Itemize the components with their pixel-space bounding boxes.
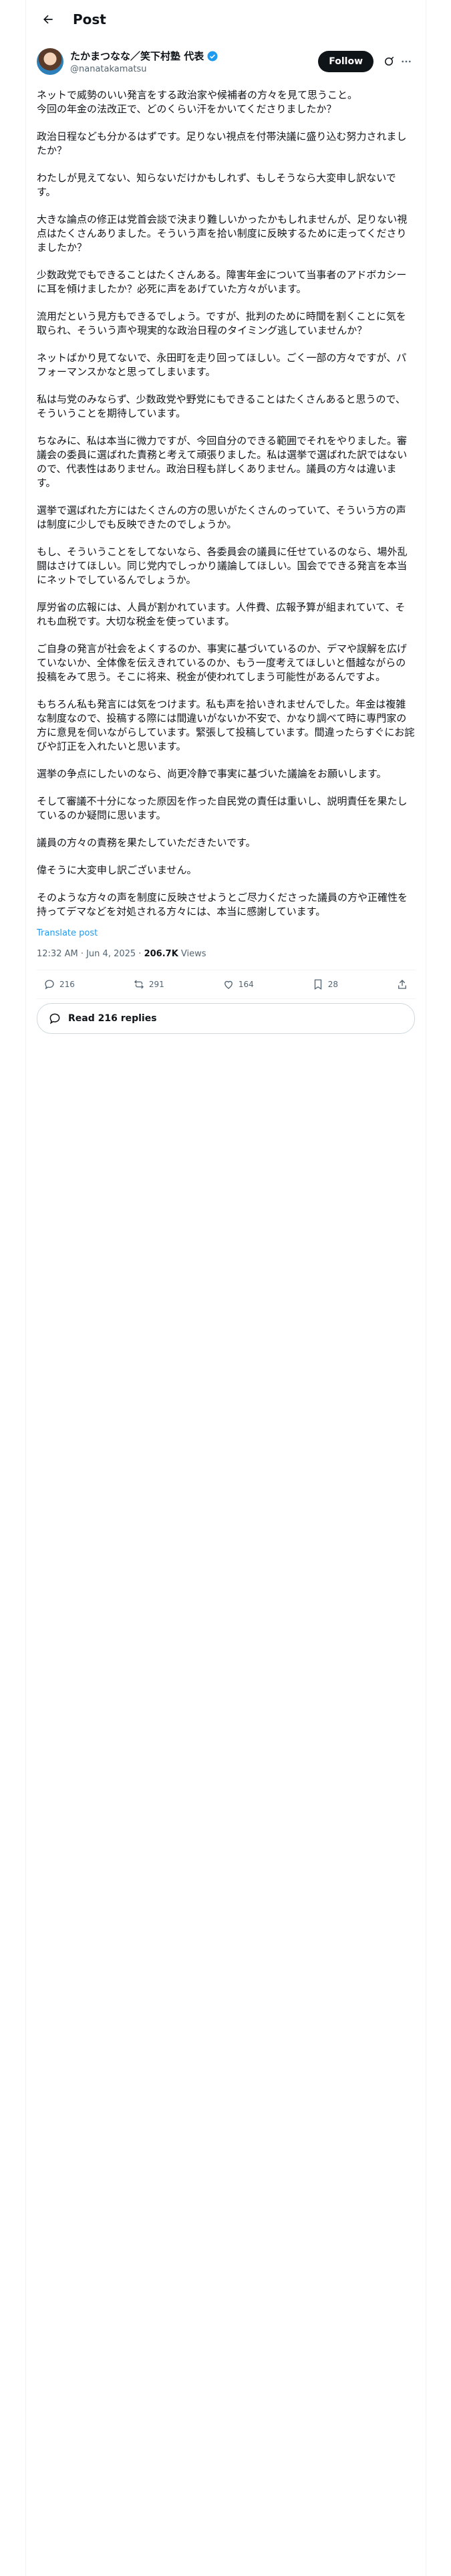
post-paragraph: 政治日程なども分かるはずです。足りない視点を付帯決議に盛り込む努力されましたか？ (37, 130, 407, 156)
read-replies-label: Read 216 replies (68, 1013, 157, 1024)
bookmark-button[interactable]: 28 (312, 978, 338, 990)
main-column: Post たかまつなな／笑下村塾 代表 @nanatakamatsu Follo… (25, 0, 426, 2576)
post-paragraph: ネットばかり見てないで、永田町を走り回ってほしい。ごく一部の方々ですが、パフォー… (37, 352, 407, 378)
post-paragraph: わたしが見えてない、知らないだけかもしれず、もしそうなら大変申し訳ないです。 (37, 172, 396, 198)
post-paragraph: 厚労省の広報には、人員が割かれています。人件費、広報予算が組まれていて、それも血… (37, 601, 406, 627)
post-paragraph: もちろん私も発言には気をつけます。私も声を拾いきれませんでした。年金は複雑な制度… (37, 698, 415, 752)
more-options-button[interactable] (398, 53, 415, 70)
top-bar: Post (26, 0, 426, 39)
more-icon (402, 60, 411, 63)
repost-count: 291 (148, 980, 164, 989)
like-count: 164 (238, 980, 254, 989)
avatar[interactable] (37, 48, 63, 75)
post-paragraph: 選挙で選ばれた方にはたくさんの方の思いがたくさんのっていて、そういう方の声は制度… (37, 504, 406, 530)
post-body: ネットで威勢のいい発言をする政治家や候補者の方々を見て思うこと。 今回の年金の法… (26, 78, 426, 1034)
post-paragraph: 私は与党のみならず、少数政党や野党にもできることはたくさんあると思うので、そうい… (37, 393, 406, 419)
post-time[interactable]: 12:32 AM · Jun 4, 2025 · (37, 949, 144, 959)
like-button[interactable]: 164 (222, 978, 254, 990)
repost-button[interactable]: 291 (133, 978, 164, 990)
post-paragraph: 流用だという見方もできるでしょう。ですが、批判のために時間を割くことに気を取られ… (37, 310, 406, 336)
post-paragraph: 選挙の争点にしたいのなら、尚更冷静で事実に基づいた議論をお願いします。 (37, 768, 387, 780)
post-paragraph: 偉そうに大変申し訳ございません。 (37, 864, 197, 876)
post-paragraph: ちなみに、私は本当に微力ですが、今回自分のできる範囲でそれをやりました。審議会の… (37, 435, 408, 489)
grok-icon (385, 56, 394, 66)
post-paragraph: そして審議不十分になった原因を作った自民党の責任は重いし、説明責任を果たしている… (37, 795, 408, 821)
repost-icon (134, 980, 144, 989)
post-paragraph: 大きな論点の修正は党首会談で決まり難しいかったかもしれませんが、足りない視点はた… (37, 213, 408, 253)
grok-button[interactable] (380, 53, 398, 70)
post-paragraph: もし、そういうことをしてないなら、各委員会の議員に任せているのなら、場外乱闘はさ… (37, 546, 408, 586)
bookmark-count: 28 (327, 980, 338, 989)
author-display-name: たかまつなな／笑下村塾 代表 (70, 50, 204, 62)
views-label: Views (178, 949, 206, 959)
action-bar: 216 291 164 28 (37, 970, 415, 999)
heart-icon (224, 980, 233, 989)
reply-icon (45, 980, 54, 990)
post-paragraph: ネットで威勢のいい発言をする政治家や候補者の方々を見て思うこと。 今回の年金の法… (37, 89, 358, 115)
author-display-name-row[interactable]: たかまつなな／笑下村塾 代表 (70, 49, 318, 63)
translate-link[interactable]: Translate post (37, 928, 415, 938)
post-meta: 12:32 AM · Jun 4, 2025 · 206.7K Views (37, 949, 415, 970)
bookmark-icon (314, 979, 321, 990)
read-replies-button[interactable]: Read 216 replies (37, 1003, 415, 1034)
reply-bubble-icon (49, 1013, 60, 1025)
author-row: たかまつなな／笑下村塾 代表 @nanatakamatsu Follow (26, 39, 426, 78)
post-paragraph: 少数政党でもできることはたくさんある。障害年金について当事者のアドボカシーに耳を… (37, 269, 407, 295)
follow-button[interactable]: Follow (318, 51, 373, 72)
post-paragraph: そのような方々の声を制度に反映させようとご尽力くださった議員の方や正確性を持って… (37, 891, 408, 918)
author-handle[interactable]: @nanatakamatsu (70, 64, 318, 74)
reply-button[interactable]: 216 (43, 978, 75, 990)
share-icon (398, 980, 406, 989)
arrow-left-icon (43, 15, 53, 24)
page-title: Post (73, 11, 106, 27)
post-text: ネットで威勢のいい発言をする政治家や候補者の方々を見て思うこと。 今回の年金の法… (37, 88, 415, 919)
share-button[interactable] (396, 978, 408, 990)
post-paragraph: 議員の方々の責務を果たしていただきたいです。 (37, 837, 256, 849)
reply-count: 216 (59, 980, 75, 989)
post-paragraph: ご自身の発言が社会をよくするのか、事実に基づいているのか、デマや誤解を広げていな… (37, 643, 407, 683)
views-count: 206.7K (144, 949, 178, 959)
verified-badge-icon (207, 51, 218, 61)
back-button[interactable] (37, 8, 59, 31)
author-names: たかまつなな／笑下村塾 代表 @nanatakamatsu (70, 49, 318, 74)
